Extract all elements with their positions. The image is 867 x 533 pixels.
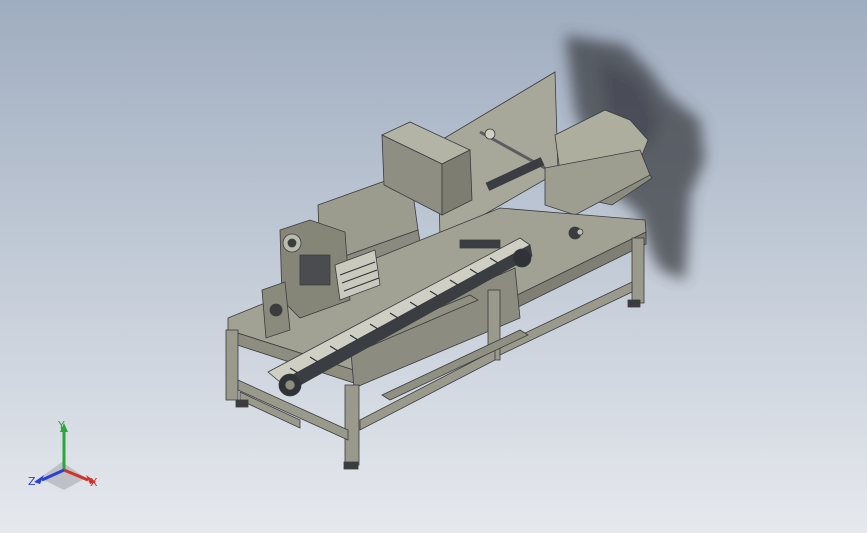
triad-y-label: Y	[58, 419, 65, 432]
triad-z-label: Z	[28, 475, 36, 488]
coordinate-triad: Y X Z	[20, 418, 110, 498]
machine-model-render[interactable]	[0, 0, 867, 533]
drive-pulley-rear	[512, 248, 532, 268]
triad-x-label: X	[90, 476, 98, 489]
cad-viewport[interactable]: Y X Z	[0, 0, 867, 533]
